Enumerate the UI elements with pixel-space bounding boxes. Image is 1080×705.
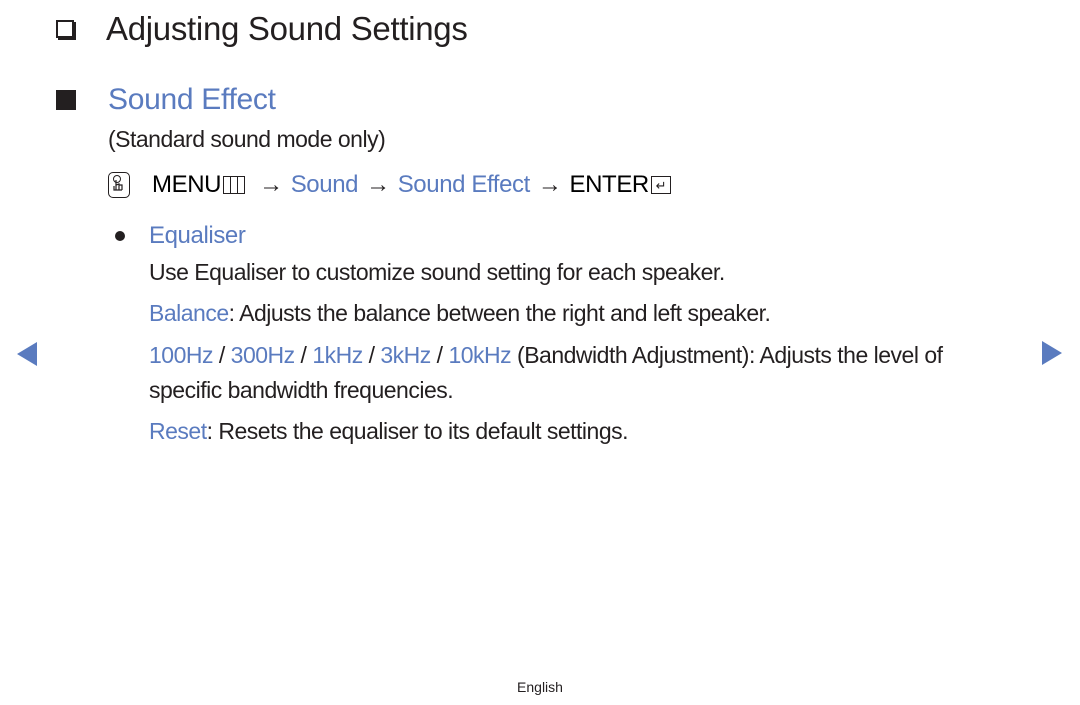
balance-term[interactable]: Balance <box>149 300 229 326</box>
separator: / <box>212 342 231 368</box>
band-10khz[interactable]: 10kHz <box>448 342 511 368</box>
menu-step-sound-effect[interactable]: Sound Effect <box>398 171 531 199</box>
menu-path: MENU → Sound → Sound Effect → ENTER ↵ <box>108 171 671 199</box>
band-3khz[interactable]: 3kHz <box>380 342 431 368</box>
balance-text: : Adjusts the balance between the right … <box>228 300 771 326</box>
arrow-icon: → <box>366 171 390 198</box>
mode-note: (Standard sound mode only) <box>108 126 386 152</box>
reset-description: Reset: Resets the equaliser to its defau… <box>149 414 1019 449</box>
separator: / <box>294 342 313 368</box>
separator: / <box>430 342 449 368</box>
page-heading: Adjusting Sound Settings <box>56 10 468 48</box>
menu-grid-icon <box>223 176 246 194</box>
filled-square-icon <box>56 90 76 110</box>
band-100hz[interactable]: 100Hz <box>149 342 213 368</box>
next-page-triangle-icon[interactable] <box>1042 341 1062 365</box>
previous-page-triangle-icon[interactable] <box>17 342 37 366</box>
footer-language: English <box>517 679 563 695</box>
equaliser-item: Equaliser <box>115 222 246 250</box>
section-heading: Sound Effect <box>56 83 276 117</box>
arrow-icon: → <box>259 171 283 198</box>
menu-label: MENU <box>152 171 222 198</box>
hollow-square-icon <box>56 20 74 38</box>
bullet-dot-icon <box>115 231 125 241</box>
page-title: Adjusting Sound Settings <box>106 10 468 47</box>
enter-return-icon: ↵ <box>650 176 671 194</box>
menu-step-sound[interactable]: Sound <box>291 171 359 199</box>
reset-text: : Resets the equaliser to its default se… <box>206 418 629 444</box>
balance-description: Balance: Adjusts the balance between the… <box>149 296 1019 331</box>
section-title: Sound Effect <box>108 83 276 116</box>
band-300hz[interactable]: 300Hz <box>231 342 295 368</box>
hand-press-icon <box>108 172 130 198</box>
band-1khz[interactable]: 1kHz <box>312 342 363 368</box>
separator: / <box>362 342 381 368</box>
bands-description: 100Hz / 300Hz / 1kHz / 3kHz / 10kHz (Ban… <box>149 338 1019 408</box>
enter-label: ENTER <box>569 171 650 198</box>
reset-term[interactable]: Reset <box>149 418 207 444</box>
arrow-icon: → <box>537 171 562 198</box>
equaliser-title[interactable]: Equaliser <box>149 222 246 250</box>
equaliser-description: Use Equaliser to customize sound setting… <box>149 259 725 285</box>
